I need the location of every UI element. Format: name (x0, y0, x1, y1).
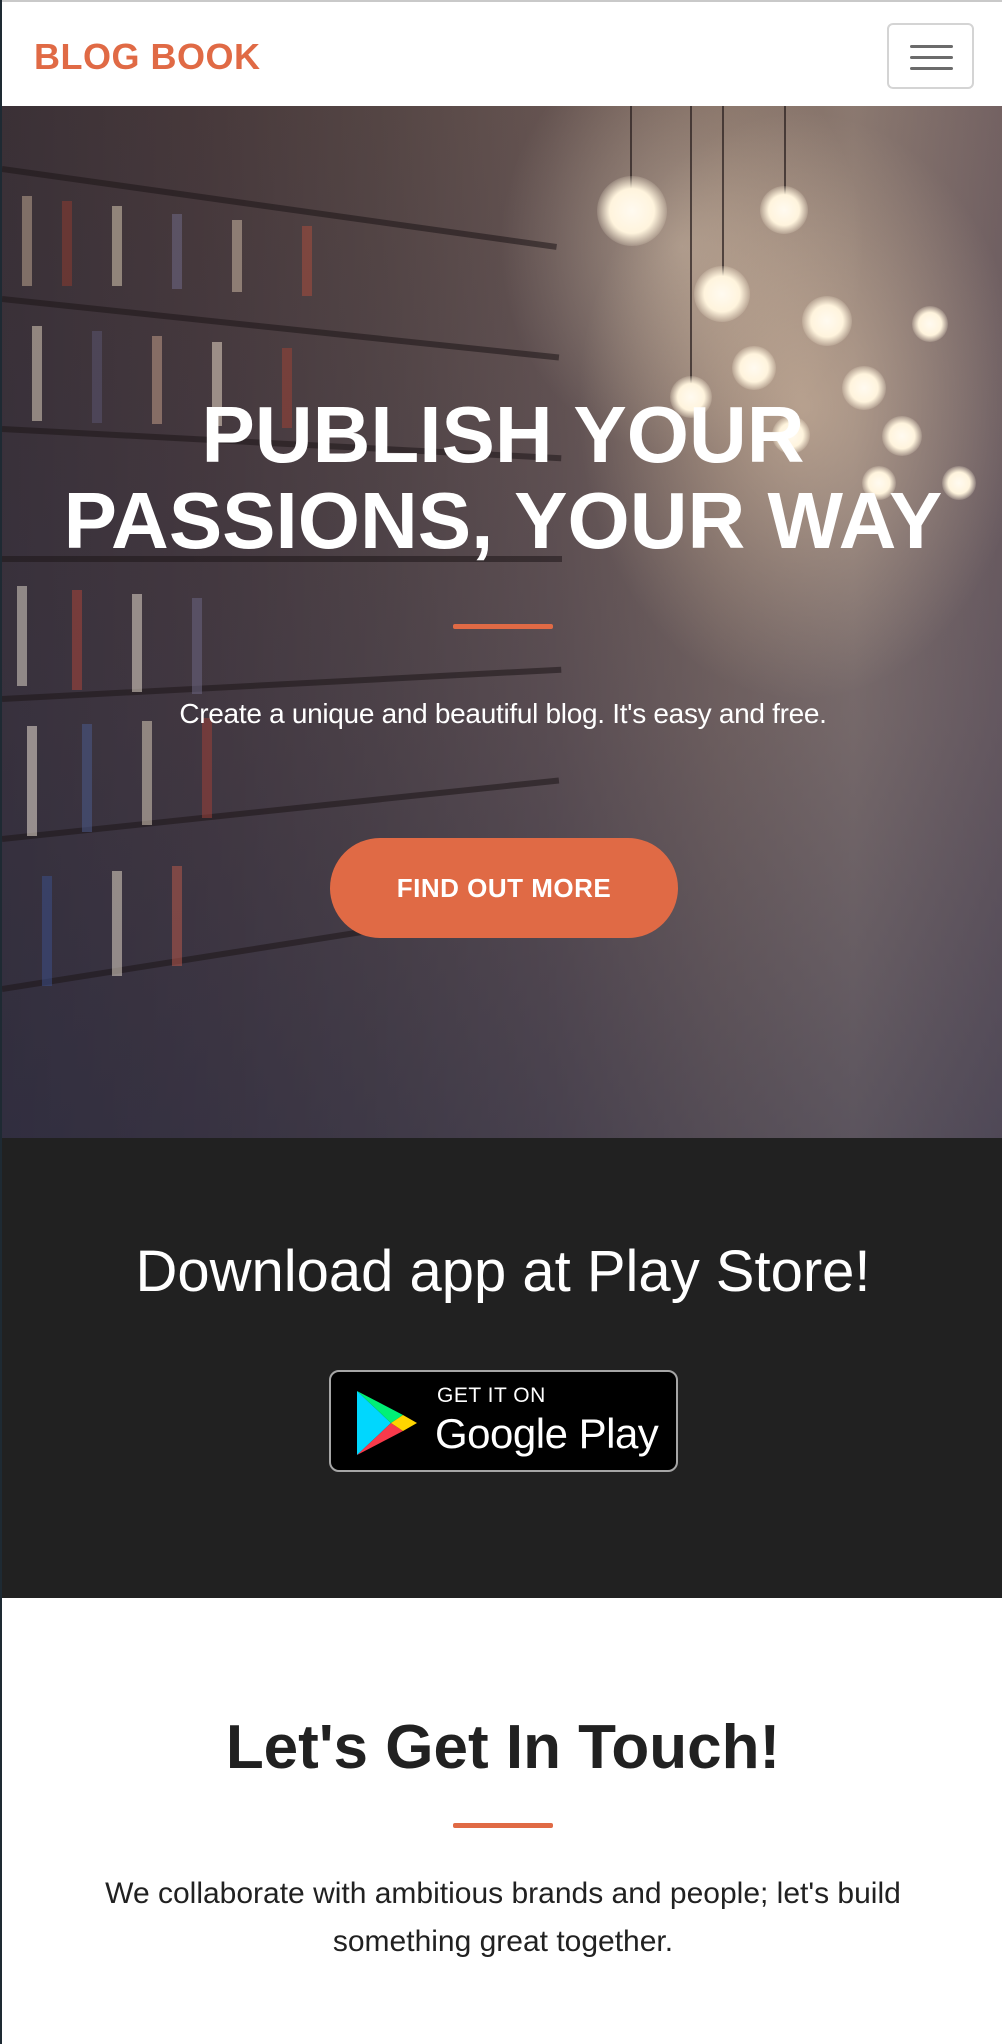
page: BLOG BOOK PUBLISH YOUR PASSIONS, YOUR WA… (0, 0, 1002, 2044)
hamburger-menu-icon-bar (910, 67, 953, 70)
contact-text: We collaborate with ambitious brands and… (105, 1877, 901, 1958)
hero-section: PUBLISH YOUR PASSIONS, YOUR WAY Create a… (2, 106, 1002, 1138)
google-play-icon (357, 1391, 417, 1455)
navbar: BLOG BOOK (2, 0, 1002, 106)
hamburger-menu-icon (910, 45, 953, 48)
hero-subtitle: Create a unique and beautiful blog. It's… (179, 698, 827, 729)
menu-toggle-button[interactable] (887, 23, 974, 89)
download-section: Download app at Play Store! GET IT ON Go… (2, 1138, 1002, 1598)
hamburger-menu-icon-bar (910, 56, 953, 59)
find-out-more-button[interactable]: FIND OUT MORE (330, 838, 678, 938)
brand-logo-link[interactable]: BLOG BOOK (34, 36, 261, 78)
google-play-badge-link[interactable]: GET IT ON Google Play (329, 1370, 678, 1472)
contact-title: Let's Get In Touch! (225, 1713, 781, 1782)
hero-title: PUBLISH YOUR PASSIONS, YOUR WAY (63, 390, 943, 565)
badge-small-text: GET IT ON (437, 1384, 546, 1407)
badge-big-text: Google Play (435, 1410, 659, 1457)
contact-divider (453, 1823, 553, 1828)
hero-divider (453, 624, 553, 629)
download-title: Download app at Play Store! (135, 1239, 871, 1304)
